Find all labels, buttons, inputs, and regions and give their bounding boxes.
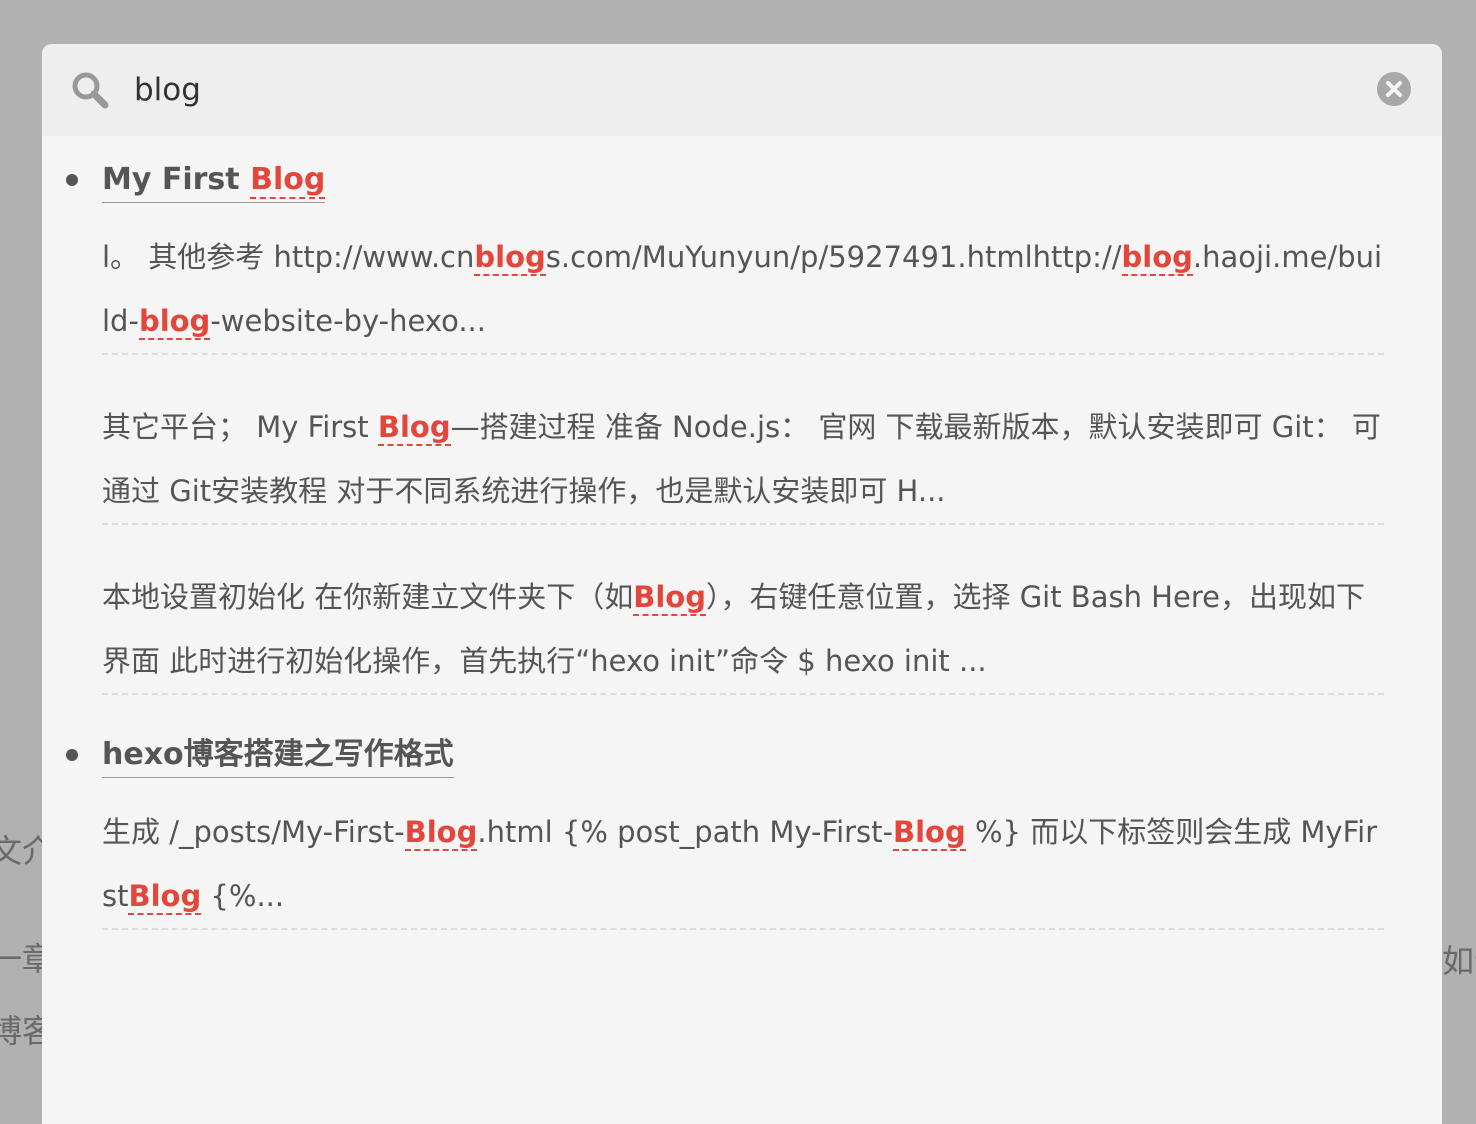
search-result-excerpt: l。 其他参考 http://www.cnblogs.com/MuYunyun/… [102,225,1384,355]
keyword-highlight: Blog [893,815,966,851]
title-text: hexo博客搭建之写作格式 [102,737,454,772]
keyword-highlight: Blog [633,580,706,616]
search-bar [42,44,1442,136]
keyword-highlight: blog [474,240,546,276]
search-result-title[interactable]: My First Blog [102,160,326,203]
excerpt-text: -website-by-hexo... [210,304,486,338]
search-result-excerpt: 其它平台； My First Blog—搭建过程 准备 Node.js： 官网 … [102,395,1384,525]
close-circle-icon[interactable] [1376,71,1412,107]
search-result-item: My First Blog l。 其他参考 http://www.cnblogs.… [42,136,1442,695]
search-icon [72,72,109,109]
excerpt-text: 生成 /_posts/My-First- [102,815,405,849]
excerpt-text: 其它平台； My First [102,410,378,444]
search-result-item: hexo博客搭建之写作格式 生成 /_posts/My-First-Blog.ht… [42,695,1442,930]
bullet-icon [66,174,78,186]
search-input[interactable] [134,66,1344,114]
keyword-highlight: Blog [377,410,451,446]
search-result-excerpt: 本地设置初始化 在你新建立文件夹下（如Blog），右键任意位置，选择 Git B… [102,565,1384,695]
excerpt-text: {%... [201,879,285,913]
excerpt-text: l。 其他参考 http://www.cn [102,240,475,274]
search-results-list: My First Blog l。 其他参考 http://www.cnblogs.… [42,136,1442,930]
keyword-highlight: Blog [404,815,478,851]
keyword-highlight: blog [1121,240,1193,276]
keyword-highlight: Blog [250,162,326,199]
search-popup: My First Blogl。 其他参考 http://www.cnblogs.… [42,44,1442,1124]
keyword-highlight: blog [138,304,211,340]
title-text: My First [102,162,251,197]
excerpt-text: 本地设置初始化 在你新建立文件夹下（如 [102,580,634,614]
excerpt-text: s.com/MuYunyun/p/5927491.htmlhttp:// [545,240,1122,274]
search-result-excerpt: 生成 /_posts/My-First-Blog.html {% post_pa… [102,800,1384,930]
bullet-icon [66,749,78,761]
excerpt-text: .html {% post_path My-First- [477,815,894,849]
keyword-highlight: Blog [128,879,202,915]
background-text: 如何 [1442,942,1476,980]
search-result-title[interactable]: hexo博客搭建之写作格式 [102,735,454,778]
